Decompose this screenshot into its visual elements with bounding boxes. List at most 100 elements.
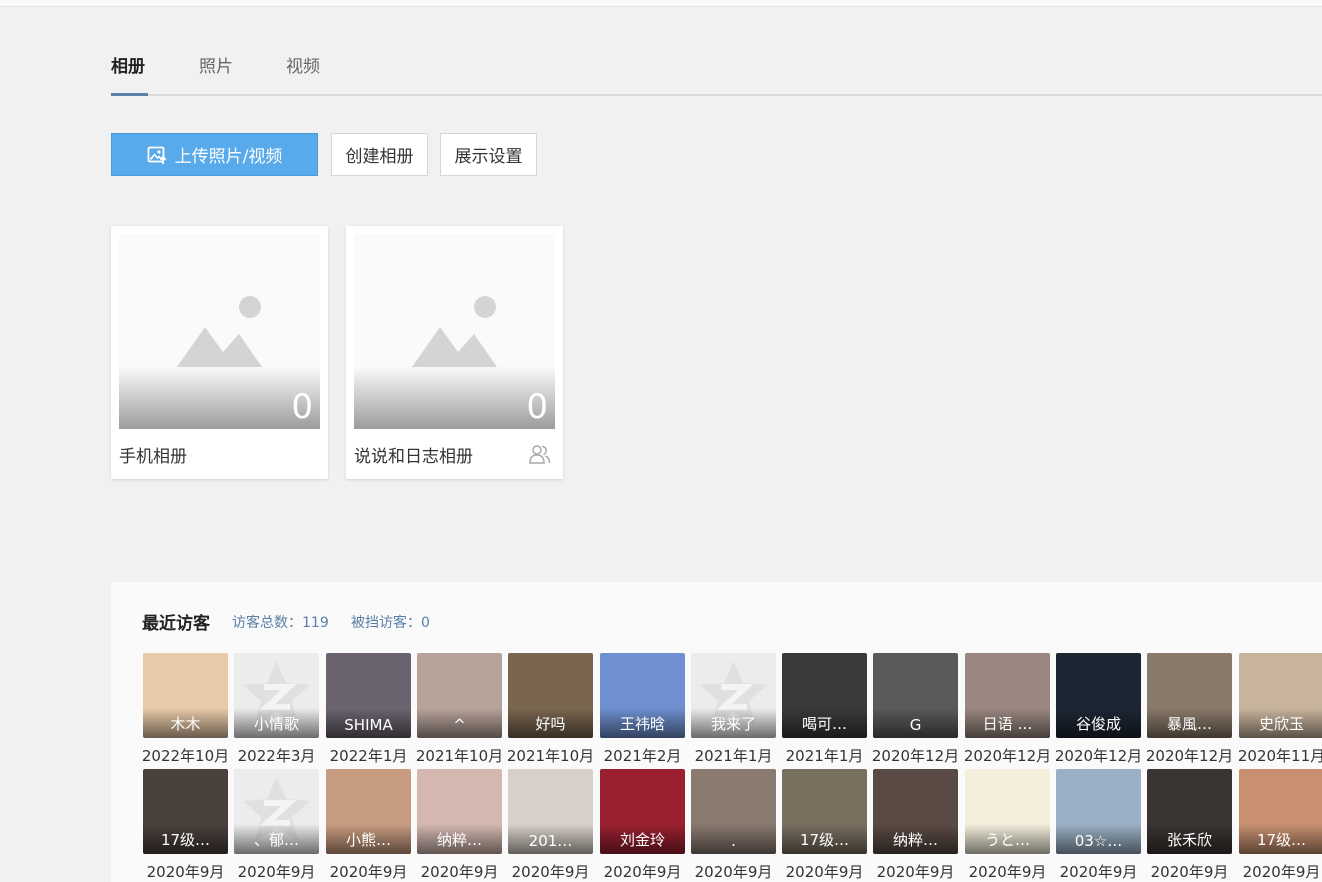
- album-cover[interactable]: 0: [354, 234, 555, 429]
- visitor-name: 谷俊成: [1075, 715, 1121, 733]
- album-photo-count: 0: [291, 387, 313, 427]
- upload-button[interactable]: 上传照片/视频: [111, 133, 318, 176]
- display-settings-button[interactable]: 展示设置: [440, 133, 537, 176]
- image-placeholder-icon: [177, 296, 262, 367]
- create-album-button[interactable]: 创建相册: [331, 133, 428, 176]
- visit-date: 2021年10月: [415, 747, 504, 765]
- visitor-name: 刘金玲: [619, 831, 665, 849]
- tab-albums[interactable]: 相册: [111, 52, 148, 96]
- visitor-avatar[interactable]: 好吗: [508, 653, 593, 738]
- visit-date: 2020年9月: [1150, 863, 1229, 881]
- visit-date: 2020年9月: [511, 863, 590, 881]
- visit-date: 2020年9月: [1242, 863, 1321, 881]
- visitor-name: 我来了: [710, 715, 756, 733]
- visitor-avatar[interactable]: .: [691, 769, 776, 854]
- top-bar: [0, 0, 1322, 7]
- shared-users-icon: [529, 445, 551, 464]
- visitor-avatar[interactable]: ^: [417, 653, 502, 738]
- visitor-avatar[interactable]: 木木: [143, 653, 228, 738]
- album-card[interactable]: 0 手机相册: [111, 226, 328, 479]
- visit-date: 2020年11月: [1237, 747, 1322, 765]
- visit-date: 2020年9月: [146, 863, 225, 881]
- visitor-avatar[interactable]: 张禾欣: [1147, 769, 1232, 854]
- visitor-avatar[interactable]: 03☆…: [1056, 769, 1141, 854]
- visitor-name: G: [909, 716, 922, 734]
- visitor-avatar[interactable]: 小情歌: [234, 653, 319, 738]
- visitor-name: 木木: [170, 715, 201, 733]
- visit-date: 2020年9月: [876, 863, 955, 881]
- visit-date: 2021年1月: [785, 747, 864, 765]
- visit-date: 2020年12月: [871, 747, 960, 765]
- visitor-name: 17级…: [1256, 831, 1307, 849]
- visit-date: 2020年12月: [1145, 747, 1234, 765]
- visitor-name: 暴風…: [1166, 715, 1212, 733]
- album-cover[interactable]: 0: [119, 234, 320, 429]
- visit-date: 2020年12月: [963, 747, 1052, 765]
- tab-bar: 相册 照片 视频: [111, 50, 1322, 96]
- visit-date: 2020年9月: [694, 863, 773, 881]
- visit-date: 2020年9月: [785, 863, 864, 881]
- visit-date: 2020年9月: [968, 863, 1047, 881]
- visitor-avatar[interactable]: G: [873, 653, 958, 738]
- visitor-name: SHIMA: [344, 716, 393, 734]
- visit-date: 2020年9月: [420, 863, 499, 881]
- visitor-avatar[interactable]: 刘金玲: [600, 769, 685, 854]
- visit-date: 2020年9月: [1059, 863, 1138, 881]
- visit-date: 2021年2月: [603, 747, 682, 765]
- visitor-avatar[interactable]: 17级…: [1239, 769, 1322, 854]
- visitor-total: 访客总数：119: [232, 615, 329, 631]
- visitor-avatar[interactable]: 喝可…: [782, 653, 867, 738]
- blocked-visitors[interactable]: 被挡访客：0: [351, 612, 430, 632]
- visitor-avatar[interactable]: 、郁…: [234, 769, 319, 854]
- visit-date: 2022年10月: [141, 747, 230, 765]
- visitor-name: 17级…: [160, 831, 211, 849]
- visitor-name: 史欣玉: [1258, 715, 1304, 733]
- visitor-avatar[interactable]: 纳粹…: [873, 769, 958, 854]
- visitor-name: 纳粹…: [436, 831, 482, 849]
- visitor-avatar[interactable]: うと…: [965, 769, 1050, 854]
- album-name[interactable]: 说说和日志相册: [354, 442, 473, 467]
- visit-date: 2021年10月: [506, 747, 595, 765]
- visitor-avatar[interactable]: 纳粹…: [417, 769, 502, 854]
- visitor-name: 17级…: [799, 831, 850, 849]
- visit-date: 2020年9月: [329, 863, 408, 881]
- visit-date: 2022年3月: [237, 747, 316, 765]
- visitor-avatar[interactable]: 我来了: [691, 653, 776, 738]
- visitor-name: 03☆…: [1074, 832, 1123, 850]
- visitor-avatar[interactable]: 17级…: [782, 769, 867, 854]
- album-name[interactable]: 手机相册: [119, 442, 187, 467]
- visit-date: 2020年12月: [1054, 747, 1143, 765]
- visitor-avatar[interactable]: SHIMA: [326, 653, 411, 738]
- recent-visitors-title: 最近访客: [142, 614, 210, 634]
- visitor-avatar[interactable]: 史欣玉: [1239, 653, 1322, 738]
- visitor-name: うと…: [984, 831, 1030, 849]
- visitor-avatar[interactable]: 17级…: [143, 769, 228, 854]
- visitor-avatar[interactable]: 201…: [508, 769, 593, 854]
- visitor-name: 小情歌: [253, 715, 299, 733]
- visitor-name: 201…: [528, 832, 573, 850]
- visitor-name: 纳粹…: [892, 831, 938, 849]
- visitor-name: .: [731, 832, 736, 850]
- visitor-name: 好吗: [535, 715, 566, 733]
- upload-photo-icon: [147, 146, 166, 164]
- visit-date: 2022年1月: [329, 747, 408, 765]
- visitor-avatar[interactable]: 暴風…: [1147, 653, 1232, 738]
- visitor-avatar[interactable]: 日语 …: [965, 653, 1050, 738]
- recent-visitors-panel: 最近访客 访客总数：119 被挡访客：0 木木 2022年10月 小情歌 2022年3…: [111, 582, 1322, 882]
- tab-videos[interactable]: 视频: [286, 52, 320, 94]
- visit-date: 2020年9月: [603, 863, 682, 881]
- visitor-name: 日语 …: [982, 715, 1033, 733]
- image-placeholder-icon: [412, 296, 497, 367]
- album-card[interactable]: 0 说说和日志相册: [346, 226, 563, 479]
- visitor-name: 、郁…: [253, 831, 299, 849]
- visitor-name: 王祎晗: [619, 715, 665, 733]
- visitor-avatar[interactable]: 小熊…: [326, 769, 411, 854]
- visitor-avatar[interactable]: 谷俊成: [1056, 653, 1141, 738]
- upload-button-label: 上传照片/视频: [174, 147, 283, 167]
- visitor-name: 喝可…: [801, 715, 847, 733]
- visitor-avatar[interactable]: 王祎晗: [600, 653, 685, 738]
- tab-photos[interactable]: 照片: [199, 52, 233, 94]
- visit-date: 2021年1月: [694, 747, 773, 765]
- visit-date: 2020年9月: [237, 863, 316, 881]
- visitor-name: ^: [453, 716, 466, 734]
